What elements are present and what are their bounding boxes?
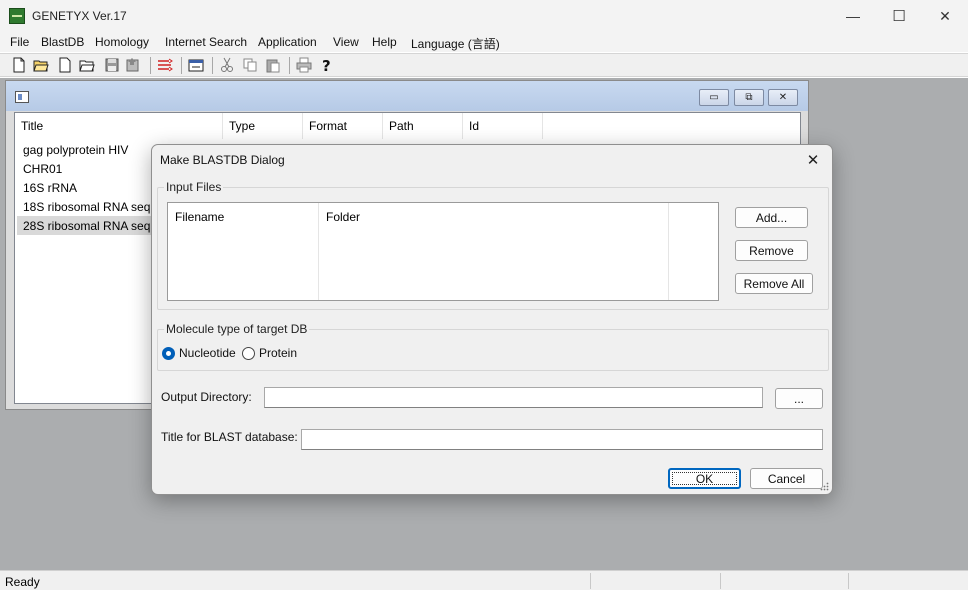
- status-text: Ready: [5, 575, 40, 589]
- column-header-path[interactable]: Path: [383, 113, 463, 139]
- status-bar: Ready: [0, 570, 968, 590]
- svg-text:?: ?: [322, 57, 331, 73]
- make-blastdb-dialog: Make BLASTDB Dialog ✕ Input Files Filena…: [151, 144, 833, 495]
- new-document-icon[interactable]: [57, 57, 73, 73]
- blast-db-title-input[interactable]: [301, 429, 823, 450]
- maximize-button[interactable]: ☐: [876, 0, 922, 32]
- menu-homology[interactable]: Homology: [95, 35, 149, 49]
- column-header-format[interactable]: Format: [303, 113, 383, 139]
- column-header-type[interactable]: Type: [223, 113, 303, 139]
- list-item[interactable]: CHR01: [17, 159, 162, 178]
- menu-language[interactable]: Language (言語): [411, 35, 500, 52]
- browse-directory-button[interactable]: ...: [775, 388, 823, 409]
- status-separator: [848, 573, 849, 589]
- open-document-icon[interactable]: [79, 57, 95, 73]
- cancel-button[interactable]: Cancel: [750, 468, 823, 489]
- output-directory-input[interactable]: [264, 387, 763, 408]
- toolbar-separator: [150, 57, 151, 74]
- cut-icon[interactable]: [219, 57, 235, 73]
- molecule-type-label: Molecule type of target DB: [164, 322, 310, 336]
- toolbar: ?: [0, 53, 968, 77]
- column-header-id[interactable]: Id: [463, 113, 543, 139]
- toolbar-separator: [289, 57, 290, 74]
- close-button[interactable]: ✕: [922, 0, 968, 32]
- copy-icon[interactable]: [242, 57, 258, 73]
- menu-view[interactable]: View: [333, 35, 359, 49]
- menu-blastdb[interactable]: BlastDB: [41, 35, 84, 49]
- column-header-folder[interactable]: Folder: [319, 203, 669, 300]
- open-folder-icon[interactable]: [33, 57, 49, 73]
- window-title: GENETYX Ver.17: [32, 9, 127, 23]
- remove-all-button[interactable]: Remove All: [735, 273, 813, 294]
- print-icon[interactable]: [296, 57, 312, 73]
- blast-db-title-label: Title for BLAST database:: [161, 430, 298, 444]
- menu-internet-search[interactable]: Internet Search: [165, 35, 247, 49]
- resize-grip-icon[interactable]: [820, 482, 829, 491]
- save-icon[interactable]: [104, 57, 120, 73]
- menu-help[interactable]: Help: [372, 35, 397, 49]
- title-bar: GENETYX Ver.17 — ☐ ✕: [0, 0, 968, 32]
- child-minimize-button[interactable]: ▭: [699, 89, 729, 106]
- child-restore-button[interactable]: ⧉: [734, 89, 764, 106]
- protein-label[interactable]: Protein: [259, 346, 297, 360]
- column-header-title[interactable]: Title: [15, 113, 223, 139]
- child-window-title-bar: ▭ ⧉ ✕: [6, 81, 808, 111]
- input-files-list[interactable]: Filename Folder: [167, 202, 719, 301]
- column-header-filename[interactable]: Filename: [168, 203, 319, 300]
- status-separator: [720, 573, 721, 589]
- output-directory-label: Output Directory:: [161, 390, 252, 404]
- toolbar-separator: [212, 57, 213, 74]
- child-window-icon: [15, 91, 29, 103]
- ok-button[interactable]: OK: [668, 468, 741, 489]
- keyboard-icon[interactable]: [188, 57, 204, 73]
- nucleotide-radio[interactable]: [162, 347, 175, 360]
- list-header: Title Type Format Path Id: [15, 113, 800, 139]
- status-separator: [590, 573, 591, 589]
- list-item[interactable]: gag polyprotein HIV: [17, 140, 162, 159]
- remove-file-button[interactable]: Remove: [735, 240, 808, 261]
- dialog-title: Make BLASTDB Dialog: [160, 153, 285, 167]
- paste-icon[interactable]: [265, 57, 281, 73]
- list-item[interactable]: 16S rRNA: [17, 178, 162, 197]
- menu-application[interactable]: Application: [258, 35, 317, 49]
- dialog-close-button[interactable]: ✕: [800, 148, 826, 172]
- align-icon[interactable]: [157, 57, 173, 73]
- menu-bar: File BlastDB Homology Internet Search Ap…: [0, 32, 968, 52]
- toolbar-separator: [181, 57, 182, 74]
- list-item[interactable]: 18S ribosomal RNA sequ: [17, 197, 162, 216]
- focus-indicator: [672, 472, 737, 485]
- save-as-icon[interactable]: [125, 57, 141, 73]
- help-icon[interactable]: ?: [319, 57, 335, 73]
- list-item-selected[interactable]: 28S ribosomal RNA sequ: [17, 216, 162, 235]
- add-file-button[interactable]: Add...: [735, 207, 808, 228]
- new-file-icon[interactable]: [11, 57, 27, 73]
- input-files-label: Input Files: [164, 180, 224, 194]
- protein-radio[interactable]: [242, 347, 255, 360]
- menu-file[interactable]: File: [10, 35, 29, 49]
- minimize-button[interactable]: —: [830, 0, 876, 32]
- nucleotide-label[interactable]: Nucleotide: [179, 346, 236, 360]
- app-logo-icon: [9, 8, 25, 24]
- child-close-button[interactable]: ✕: [768, 89, 798, 106]
